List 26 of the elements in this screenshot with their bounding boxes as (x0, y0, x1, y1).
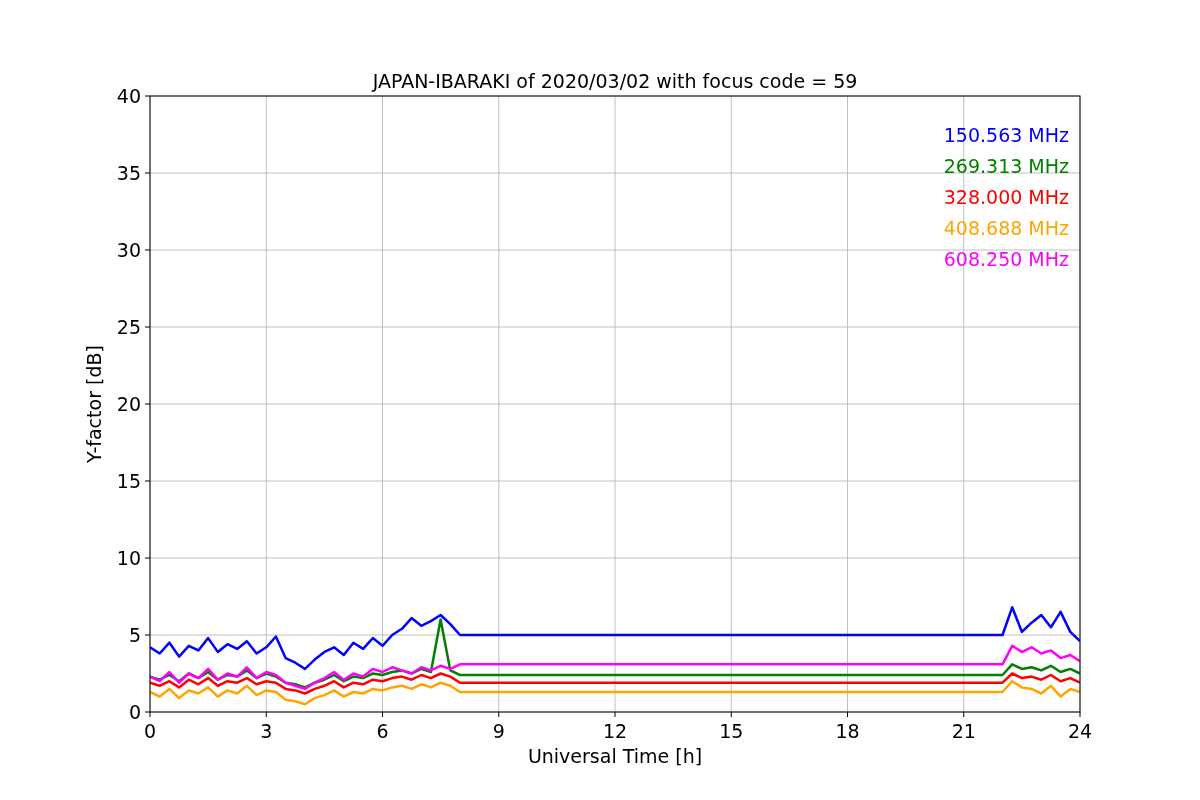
legend-label: 269.313 MHz (943, 155, 1069, 177)
y-tick-label: 20 (116, 393, 141, 415)
x-tick-label: 15 (719, 720, 744, 742)
x-tick-label: 18 (835, 720, 860, 742)
legend-label: 408.688 MHz (943, 217, 1069, 239)
x-tick-label: 21 (951, 720, 976, 742)
chart-title: JAPAN-IBARAKI of 2020/03/02 with focus code = 59 (372, 70, 858, 92)
legend-label: 608.250 MHz (943, 248, 1069, 270)
y-tick-label: 10 (116, 547, 141, 569)
y-tick-label: 40 (116, 85, 141, 107)
y-tick-label: 5 (128, 624, 141, 646)
y-tick-label: 30 (116, 239, 141, 261)
x-axis-label: Universal Time [h] (527, 745, 703, 767)
x-tick-label: 0 (143, 720, 157, 742)
y-tick-label: 0 (128, 701, 141, 723)
x-tick-label: 12 (602, 720, 628, 742)
y-tick-label: 15 (116, 470, 141, 492)
x-tick-label: 24 (1067, 720, 1093, 742)
x-tick-label: 3 (260, 720, 273, 742)
y-axis-label: Y-factor [dB] (83, 345, 105, 463)
x-tick-label: 6 (376, 720, 389, 742)
x-tick-label: 9 (492, 720, 505, 742)
legend-label: 150.563 MHz (943, 124, 1069, 146)
y-tick-label: 25 (116, 316, 141, 338)
legend-label: 328.000 MHz (943, 186, 1069, 208)
y-tick-label: 35 (116, 162, 141, 184)
